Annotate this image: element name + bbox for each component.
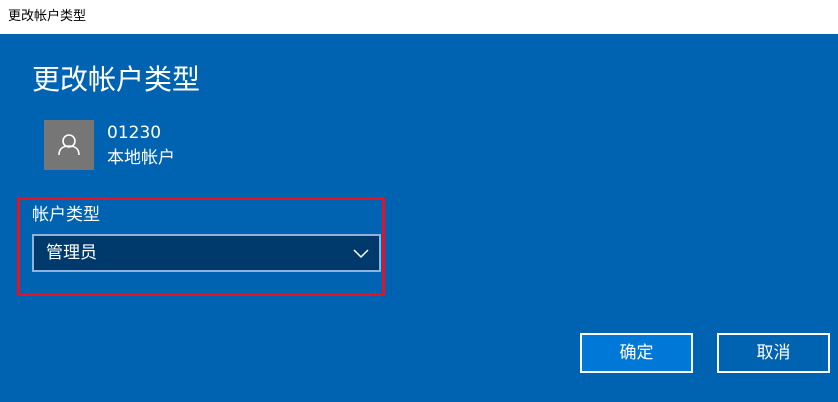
chevron-down-icon: [353, 249, 369, 259]
ok-button[interactable]: 确定: [580, 333, 693, 373]
avatar: [44, 120, 94, 170]
dialog-heading: 更改帐户类型: [32, 63, 201, 96]
account-kind: 本地帐户: [107, 148, 175, 168]
user-icon: [58, 134, 80, 156]
dialog-body: 更改帐户类型 01230 本地帐户 帐户类型 管理员 确定 取消: [0, 34, 838, 402]
window-titlebar: 更改帐户类型: [0, 0, 838, 34]
account-name: 01230: [107, 123, 162, 143]
window-title: 更改帐户类型: [8, 9, 87, 24]
account-type-dropdown[interactable]: 管理员: [32, 234, 381, 272]
account-type-label: 帐户类型: [32, 205, 100, 225]
cancel-button[interactable]: 取消: [717, 333, 830, 373]
account-type-selected-value: 管理员: [46, 243, 97, 263]
